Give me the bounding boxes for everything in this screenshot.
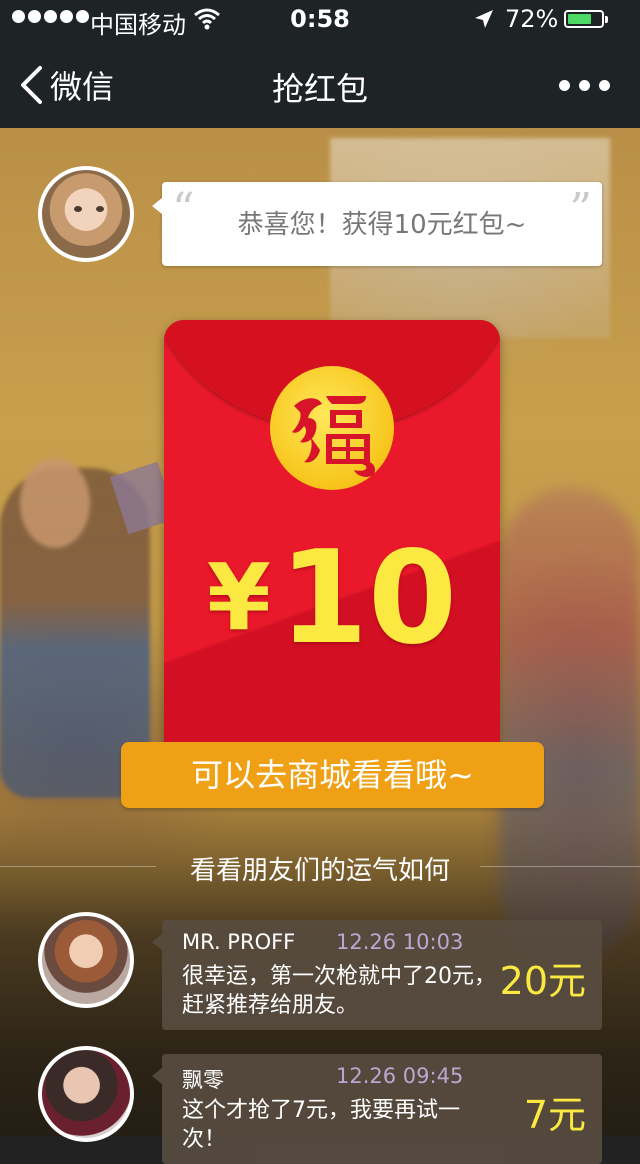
friend-name: MR. PROFF (182, 930, 296, 954)
battery-icon (564, 10, 608, 28)
friend-name: 飘零 (182, 1068, 224, 1092)
location-arrow-icon (475, 10, 493, 28)
red-packet[interactable]: ¥10 (164, 320, 500, 750)
amount-value: 10 (278, 524, 458, 673)
timestamp: 12.26 10:03 (336, 930, 464, 954)
timestamp: 12.26 09:45 (336, 1064, 464, 1088)
more-dots-icon (559, 80, 570, 91)
friend-amount: 7元 (523, 1093, 586, 1137)
nav-bar: 微信 抢红包 (0, 40, 640, 128)
page-title: 抢红包 (271, 70, 368, 108)
background-person-right (500, 488, 640, 958)
list-item: 飘零 12.26 09:45 这个才抢了7元，我要再试一次！ 7元 (152, 1054, 602, 1164)
friend-amount: 20元 (499, 959, 586, 1003)
friend-message: 很幸运，第一次枪就中了20元，赶紧推荐给朋友。 (182, 964, 496, 1018)
avatar[interactable] (38, 912, 134, 1008)
friends-section-title: 看看朋友们的运气如何 (189, 856, 450, 886)
avatar[interactable] (38, 1046, 134, 1142)
fu-emblem-icon[interactable] (270, 366, 394, 490)
avatar (38, 166, 134, 262)
friend-message: 这个才抢了7元，我要再试一次！ (182, 1098, 460, 1152)
list-item: MR. PROFF 12.26 10:03 很幸运，第一次枪就中了20元，赶紧推… (152, 920, 602, 1030)
greeting-text: 恭喜您！获得10元红包~ (237, 210, 527, 240)
greeting-bubble: “ ” 恭喜您！获得10元红包~ (152, 182, 602, 266)
packet-amount: ¥10 (164, 524, 500, 673)
more-button[interactable] (559, 80, 610, 91)
battery-percent: 72% (505, 5, 559, 33)
battery-fill (568, 14, 592, 24)
go-to-mall-button[interactable]: 可以去商城看看哦~ (121, 742, 544, 808)
currency-symbol: ¥ (206, 544, 271, 651)
status-bar: 中国移动 0:58 72% (0, 0, 640, 40)
